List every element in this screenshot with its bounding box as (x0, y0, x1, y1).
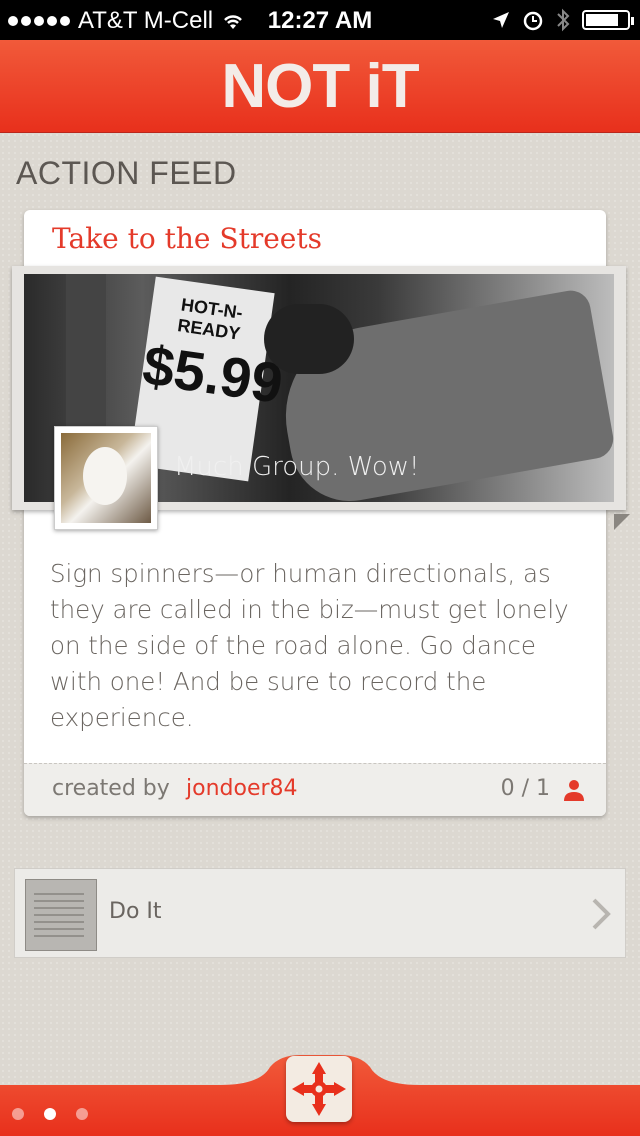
avatar-image (61, 433, 151, 523)
page-title: ACTION FEED (16, 155, 237, 191)
action-card[interactable]: Take to the Streets HOT-N-READY $5.99 Mu… (12, 210, 630, 816)
document-thumbnail (25, 879, 97, 951)
page-dot-active[interactable] (44, 1108, 56, 1120)
compass-action-button[interactable] (286, 1056, 352, 1122)
bluetooth-icon (557, 8, 570, 32)
battery-icon (582, 10, 634, 30)
page-indicator[interactable] (12, 1108, 88, 1120)
card-title[interactable]: Take to the Streets (52, 222, 322, 255)
location-arrow-icon (493, 12, 509, 28)
compass-icon (292, 1062, 346, 1116)
page-dot[interactable] (12, 1108, 24, 1120)
page-dot[interactable] (76, 1108, 88, 1120)
alarm-clock-icon (523, 11, 543, 31)
do-it-label: Do It (109, 899, 162, 924)
avatar[interactable] (54, 426, 158, 530)
card-footer: created by jondoer84 0 / 1 (24, 763, 606, 816)
ribbon-fold (614, 514, 630, 530)
person-icon[interactable] (562, 778, 586, 802)
app-logo: NOT iT (221, 51, 419, 121)
photo-shoe (264, 304, 354, 374)
chevron-right-icon (592, 898, 611, 930)
card-description: Sign spinners—or human directionals, as … (50, 559, 569, 732)
participant-count: 0 / 1 (500, 776, 550, 801)
status-bar: AT&T M-Cell 12:27 AM (0, 0, 640, 40)
app-header: NOT iT (0, 40, 640, 133)
creator-username-link[interactable]: jondoer84 (186, 776, 298, 801)
do-it-row[interactable]: Do It (14, 868, 626, 958)
created-by-label: created by (52, 776, 170, 801)
group-name: Much Group. Wow! (174, 452, 420, 482)
